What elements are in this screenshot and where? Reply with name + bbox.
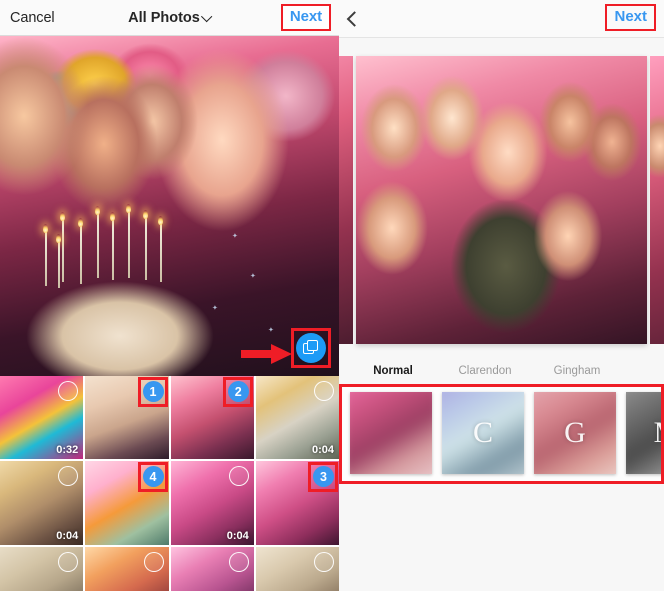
editor-header: Next [339, 0, 664, 38]
flame-decoration [78, 218, 83, 227]
photo-grid-item[interactable]: 0:32 [0, 376, 83, 459]
candle-decoration [80, 226, 82, 284]
photo-grid-item[interactable]: 3 [256, 461, 339, 544]
chevron-down-icon [201, 10, 212, 21]
photo-grid-item[interactable]: 0:04 [256, 376, 339, 459]
editor-next-button[interactable]: Next [614, 8, 647, 25]
selection-circle[interactable] [58, 552, 78, 572]
filter-label[interactable]: Normal [347, 365, 439, 377]
next-button-highlight: Next [281, 4, 331, 31]
flame-decoration [95, 206, 100, 215]
chevron-left-icon[interactable] [347, 11, 363, 27]
cancel-button[interactable]: Cancel [10, 10, 55, 26]
selection-order-badge[interactable]: 2 [228, 381, 249, 402]
flame-decoration [126, 204, 131, 213]
video-duration-label: 0:32 [56, 444, 78, 456]
next-button[interactable]: Next [290, 8, 322, 25]
filter-preview-image [350, 392, 432, 474]
carousel-peek-right[interactable] [650, 56, 664, 344]
photo-grid-item[interactable]: 4 [85, 461, 168, 544]
photo-grid[interactable]: 0:32 1 2 0:04 0:04 4 0:04 3 [0, 376, 339, 591]
selection-circle[interactable] [144, 552, 164, 572]
filter-thumbnail[interactable] [350, 392, 432, 474]
sparkle-decoration: ✦ [212, 304, 218, 312]
sparkle-decoration: ✦ [250, 272, 256, 280]
video-duration-label: 0:04 [312, 444, 334, 456]
multi-select-highlight [291, 328, 331, 368]
video-duration-label: 0:04 [56, 530, 78, 542]
editor-next-highlight: Next [605, 4, 656, 31]
flame-decoration [143, 210, 148, 219]
photo-preview[interactable]: ✦ ✦ ✦ ✦ [0, 36, 339, 376]
candle-decoration [58, 242, 60, 288]
filter-label-row: NormalClarendonGinghamM [339, 358, 664, 384]
sparkle-decoration: ✦ [232, 232, 238, 240]
selection-order-badge[interactable]: 4 [143, 466, 164, 487]
filter-letter-overlay: G [534, 392, 616, 474]
flame-decoration [60, 212, 65, 221]
candle-decoration [128, 212, 130, 278]
flame-decoration [158, 216, 163, 225]
filter-label[interactable]: Clarendon [439, 365, 531, 377]
photo-grid-item[interactable]: 0:04 [0, 461, 83, 544]
carousel-peek-left[interactable] [339, 56, 353, 344]
candle-decoration [45, 232, 47, 286]
preview-image [0, 36, 339, 376]
photo-carousel[interactable] [339, 38, 664, 358]
flame-decoration [43, 224, 48, 233]
candle-decoration [97, 214, 99, 278]
filter-thumbnail[interactable]: G [534, 392, 616, 474]
photo-grid-item[interactable]: 0:04 [171, 461, 254, 544]
photo-picker-panel: Cancel All Photos Next ✦ ✦ ✦ ✦ [0, 0, 339, 591]
photo-grid-item[interactable]: 1 [85, 376, 168, 459]
multi-select-control[interactable] [291, 328, 331, 368]
red-arrow-icon [241, 343, 293, 365]
selection-circle[interactable] [314, 381, 334, 401]
filter-thumbnail-row[interactable]: CGM [350, 392, 661, 474]
photo-editor-panel: Next NormalClarendonGinghamM CGM [339, 0, 664, 591]
flame-decoration [56, 234, 61, 243]
candle-decoration [62, 220, 64, 282]
selection-circle[interactable] [229, 552, 249, 572]
filters-area: NormalClarendonGinghamM CGM [339, 358, 664, 484]
selection-circle[interactable] [314, 552, 334, 572]
photo-grid-item[interactable] [256, 547, 339, 591]
photo-grid-item[interactable] [171, 547, 254, 591]
filter-thumbnail[interactable]: M [626, 392, 664, 474]
album-selector[interactable]: All Photos [128, 10, 211, 26]
selection-circle[interactable] [229, 466, 249, 486]
multi-select-button[interactable] [296, 333, 326, 363]
selfie-photo [356, 56, 647, 344]
selection-order-badge[interactable]: 1 [143, 381, 164, 402]
carousel-main-photo[interactable] [356, 56, 647, 344]
candle-decoration [160, 224, 162, 282]
filter-thumbnail[interactable]: C [442, 392, 524, 474]
sparkle-decoration: ✦ [268, 326, 274, 334]
album-title: All Photos [128, 10, 200, 26]
photo-grid-item[interactable] [85, 547, 168, 591]
video-duration-label: 0:04 [227, 530, 249, 542]
candle-decoration [145, 218, 147, 280]
candle-decoration [112, 220, 114, 280]
app-screenshot: Cancel All Photos Next ✦ ✦ ✦ ✦ [0, 0, 664, 591]
filter-letter-overlay: M [626, 392, 664, 474]
picker-header: Cancel All Photos Next [0, 0, 339, 36]
photo-grid-item[interactable]: 2 [171, 376, 254, 459]
filter-letter-overlay: C [442, 392, 524, 474]
filter-label[interactable]: Gingham [531, 365, 623, 377]
photo-grid-item[interactable] [0, 547, 83, 591]
flame-decoration [110, 212, 115, 221]
layers-stacked-squares-icon [303, 340, 319, 356]
filter-strip-highlight: CGM [339, 384, 664, 484]
filter-label[interactable]: M [623, 365, 664, 377]
